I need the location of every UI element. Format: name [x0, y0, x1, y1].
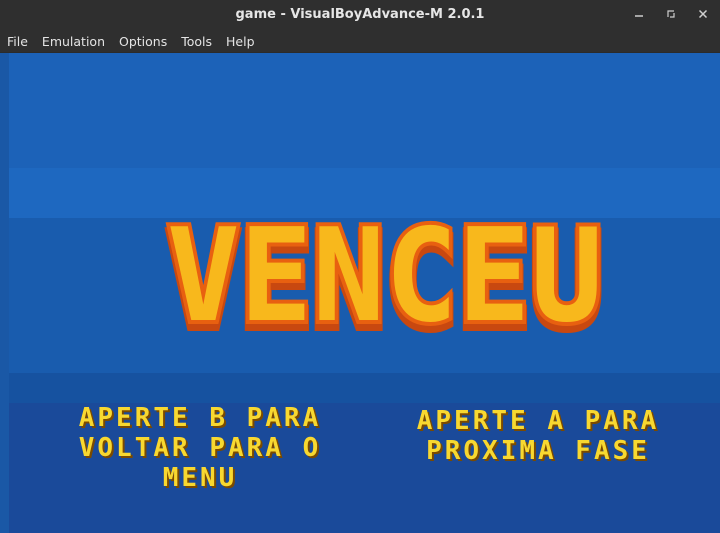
window-controls [630, 5, 712, 23]
background-band [0, 53, 720, 168]
next-stage-instruction: APERTE A PARA PROXIMA FASE [388, 406, 688, 466]
title-bar[interactable]: game - VisualBoyAdvance-M 2.0.1 [0, 0, 720, 30]
close-button[interactable] [694, 5, 712, 23]
minimize-button[interactable] [630, 5, 648, 23]
venceu-logo-fill: VENCEU [167, 208, 603, 338]
game-screen[interactable]: VENCEU VENCEU VENCEU APERTE B PARA VOLTA… [0, 53, 720, 533]
close-icon [698, 9, 708, 19]
maximize-button[interactable] [662, 5, 680, 23]
instruction-line: APERTE A PARA [416, 406, 660, 436]
menu-emulation[interactable]: Emulation [42, 34, 105, 49]
maximize-icon [667, 10, 675, 18]
menu-tools[interactable]: Tools [181, 34, 212, 49]
instruction-line: PROXIMA FASE [426, 436, 650, 466]
instruction-line: VOLTAR PARA O [78, 433, 322, 463]
window-title: game - VisualBoyAdvance-M 2.0.1 [235, 7, 485, 22]
menu-options[interactable]: Options [119, 34, 167, 49]
menu-file[interactable]: File [7, 34, 28, 49]
back-to-menu-instruction: APERTE B PARA VOLTAR PARA O MENU [50, 403, 350, 493]
menu-help[interactable]: Help [226, 34, 255, 49]
screen-edge [0, 53, 9, 533]
minimize-icon [635, 15, 643, 17]
instruction-line: APERTE B PARA [78, 403, 322, 433]
menu-bar: File Emulation Options Tools Help [0, 30, 720, 52]
background-band [0, 373, 720, 403]
instruction-line: MENU [162, 463, 238, 493]
venceu-logo: VENCEU VENCEU VENCEU [162, 208, 608, 338]
emulator-window: game - VisualBoyAdvance-M 2.0.1 File Emu… [0, 0, 720, 533]
